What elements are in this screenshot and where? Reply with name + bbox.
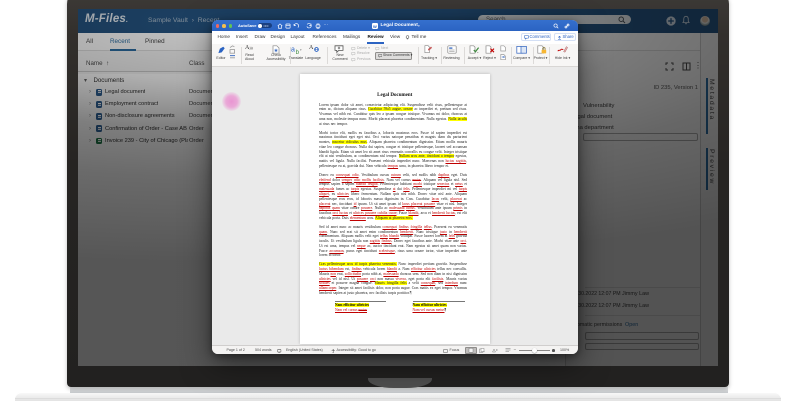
svg-text:b: b xyxy=(295,50,299,55)
svg-text:a: a xyxy=(291,47,295,54)
